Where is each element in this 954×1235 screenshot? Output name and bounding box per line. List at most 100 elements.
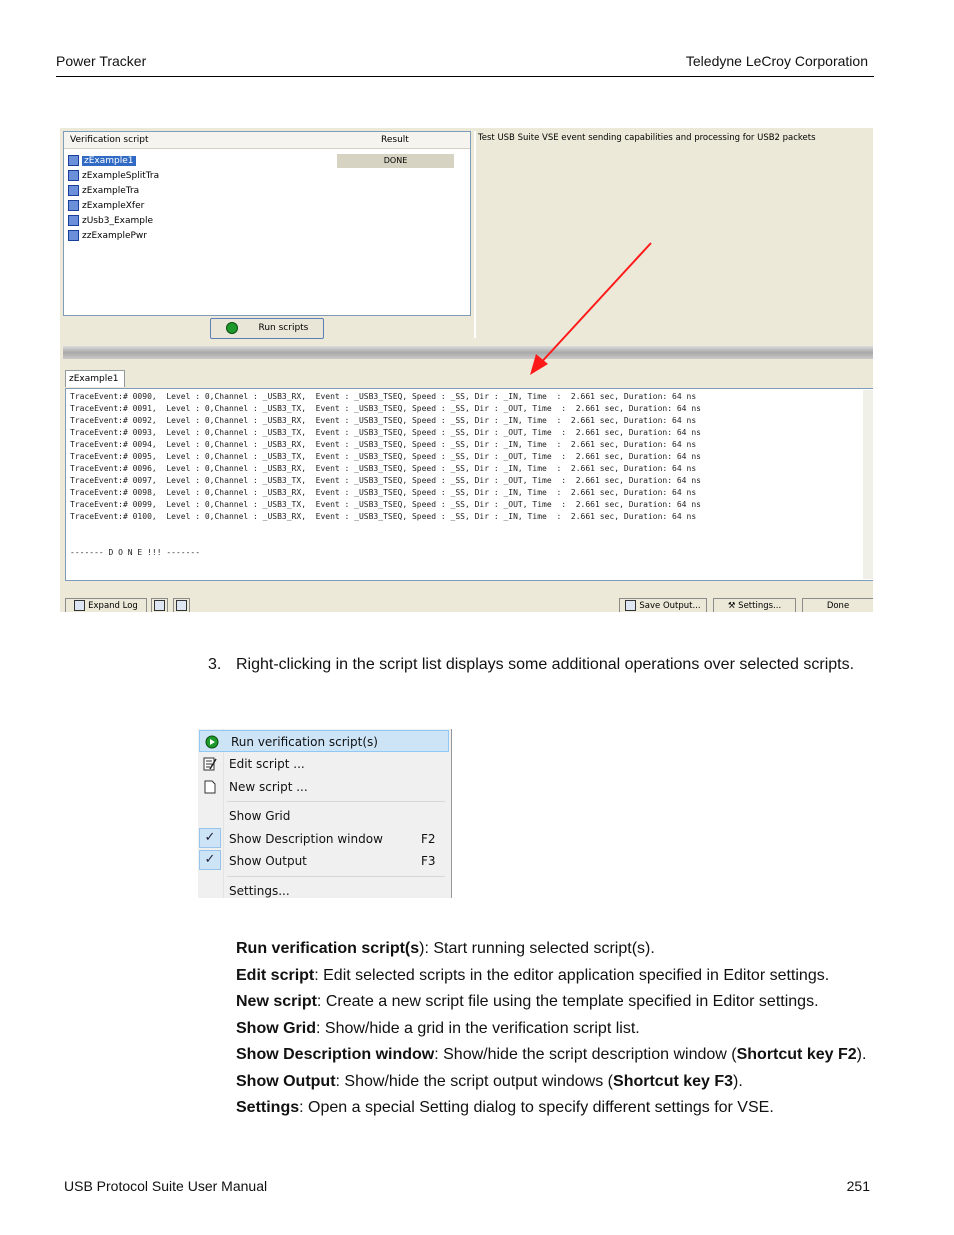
script-name: zzExamplePwr xyxy=(82,231,147,241)
def-text-end: ). xyxy=(856,1046,867,1063)
menu-item-new-script[interactable]: New script ... xyxy=(198,776,450,798)
result-cell: DONE xyxy=(337,154,454,168)
def-text: : Show/hide the script output windows ( xyxy=(335,1072,614,1090)
script-checkbox-icon[interactable] xyxy=(68,230,79,241)
new-file-icon xyxy=(204,780,216,794)
script-name: zUsb3_Example xyxy=(82,216,153,226)
expand-log-label: Expand Log xyxy=(88,601,138,611)
output-line: TraceEvent:# 0091, Level : 0,Channel : _… xyxy=(70,404,701,413)
menu-separator xyxy=(227,801,445,802)
script-name: zExampleSplitTra xyxy=(82,171,160,181)
red-arrow-annotation xyxy=(530,242,652,375)
layout-horizontal-button[interactable] xyxy=(151,598,168,612)
step-number: 3. xyxy=(208,656,222,673)
description-text: Test USB Suite VSE event sending capabil… xyxy=(478,133,816,143)
menu-item-label: Show Description window xyxy=(229,832,383,846)
header-rule xyxy=(56,76,874,77)
output-line: TraceEvent:# 0098, Level : 0,Channel : _… xyxy=(70,488,697,497)
run-icon xyxy=(205,735,219,749)
def-run: Run verification script(s): Start runnin… xyxy=(236,938,876,960)
column-verification-script[interactable]: Verification script xyxy=(70,135,149,145)
done-line: ------- D O N E !!! ------- xyxy=(70,548,201,557)
done-button[interactable]: Done xyxy=(802,598,873,612)
menu-item-show-description[interactable]: Show Description window F2 xyxy=(198,828,450,850)
script-row[interactable]: zExampleXfer xyxy=(68,199,144,213)
definitions-list: Run verification script(s): Start runnin… xyxy=(236,938,876,1124)
script-name: zExampleTra xyxy=(82,186,140,196)
menu-item-run-verification[interactable]: Run verification script(s) xyxy=(199,730,449,752)
step-3: 3. Right-clicking in the script list dis… xyxy=(208,654,868,676)
layout-vertical-icon xyxy=(176,600,187,611)
splitter-bar[interactable] xyxy=(63,346,873,359)
save-output-button[interactable]: Save Output... xyxy=(619,598,707,612)
def-text: ): Start running selected script(s). xyxy=(419,940,655,957)
output-scrollbar[interactable] xyxy=(863,390,873,579)
menu-item-show-output[interactable]: Show Output F3 xyxy=(198,850,450,872)
menu-separator xyxy=(227,876,445,877)
menu-item-label: New script ... xyxy=(229,780,308,794)
page-number: 251 xyxy=(846,1178,870,1194)
script-name: zExampleXfer xyxy=(82,201,145,211)
shortcut-f3: F3 xyxy=(421,854,436,868)
context-menu: Run verification script(s) Edit script .… xyxy=(198,729,452,898)
def-text: : Show/hide a grid in the verification s… xyxy=(316,1019,640,1037)
run-scripts-label: Run scripts xyxy=(258,323,309,333)
script-row[interactable]: zzExamplePwr xyxy=(68,229,147,243)
edit-icon xyxy=(203,757,217,771)
menu-item-label: Run verification script(s) xyxy=(231,735,378,749)
script-checkbox-icon[interactable] xyxy=(68,155,79,166)
def-shortcut: Shortcut key F3 xyxy=(613,1072,734,1090)
vse-window-screenshot: Verification script Result DONE zExample… xyxy=(60,128,873,612)
step-text: Right-clicking in the script list displa… xyxy=(236,656,855,673)
run-icon xyxy=(225,321,238,334)
def-term: Edit script xyxy=(236,966,315,984)
layout-horizontal-icon xyxy=(154,600,165,611)
def-term: Show Grid xyxy=(236,1019,316,1037)
def-term: Show Description window xyxy=(236,1046,435,1063)
script-row[interactable]: zUsb3_Example xyxy=(68,214,153,228)
def-term: Run verification script(s xyxy=(236,940,420,957)
output-line: TraceEvent:# 0093, Level : 0,Channel : _… xyxy=(70,428,701,437)
menu-item-label: Settings... xyxy=(229,884,290,898)
menu-item-label: Show Grid xyxy=(229,809,291,823)
def-settings: Settings: Open a special Setting dialog … xyxy=(236,1097,876,1119)
save-icon xyxy=(625,600,637,611)
settings-button[interactable]: ⚒ Settings... xyxy=(713,598,796,612)
layout-vertical-button[interactable] xyxy=(173,598,190,612)
def-shortcut: Shortcut key F2 xyxy=(736,1046,857,1063)
menu-item-settings[interactable]: Settings... xyxy=(198,880,450,902)
column-result[interactable]: Result xyxy=(381,135,409,145)
def-text-end: ). xyxy=(733,1072,743,1090)
expand-log-button[interactable]: Expand Log xyxy=(65,598,147,612)
def-output: Show Output: Show/hide the script output… xyxy=(236,1071,876,1093)
script-list[interactable]: Verification script Result DONE zExample… xyxy=(63,131,471,316)
def-term: Show Output xyxy=(236,1072,336,1090)
script-row[interactable]: zExample1 xyxy=(68,154,136,168)
script-checkbox-icon[interactable] xyxy=(68,170,79,181)
header-left: Power Tracker xyxy=(56,53,147,69)
script-row[interactable]: zExampleSplitTra xyxy=(68,169,159,183)
script-checkbox-icon[interactable] xyxy=(68,185,79,196)
menu-item-edit-script[interactable]: Edit script ... xyxy=(198,753,450,775)
output-line: TraceEvent:# 0094, Level : 0,Channel : _… xyxy=(70,440,697,449)
def-text: : Create a new script file using the tem… xyxy=(316,993,819,1010)
header-right: Teledyne LeCroy Corporation xyxy=(685,53,868,69)
script-checkbox-icon[interactable] xyxy=(68,215,79,226)
settings-label: Settings... xyxy=(738,601,782,611)
menu-item-label: Edit script ... xyxy=(229,757,305,771)
output-window[interactable]: TraceEvent:# 0090, Level : 0,Channel : _… xyxy=(65,388,873,581)
script-row[interactable]: zExampleTra xyxy=(68,184,139,198)
run-scripts-button[interactable]: Run scripts xyxy=(210,318,324,339)
def-term: Settings xyxy=(236,1099,300,1116)
save-output-label: Save Output... xyxy=(639,601,701,611)
output-line: TraceEvent:# 0095, Level : 0,Channel : _… xyxy=(70,452,701,461)
script-checkbox-icon[interactable] xyxy=(68,200,79,211)
def-edit: Edit script: Edit selected scripts in th… xyxy=(236,965,876,987)
tab-output[interactable]: zExample1 xyxy=(65,370,125,387)
output-line: TraceEvent:# 0099, Level : 0,Channel : _… xyxy=(70,500,701,509)
def-term: New script xyxy=(236,993,317,1010)
output-line: TraceEvent:# 0097, Level : 0,Channel : _… xyxy=(70,476,701,485)
footer-left: USB Protocol Suite User Manual xyxy=(64,1178,268,1194)
output-line: TraceEvent:# 0100, Level : 0,Channel : _… xyxy=(70,512,697,521)
menu-item-show-grid[interactable]: Show Grid xyxy=(198,805,450,827)
